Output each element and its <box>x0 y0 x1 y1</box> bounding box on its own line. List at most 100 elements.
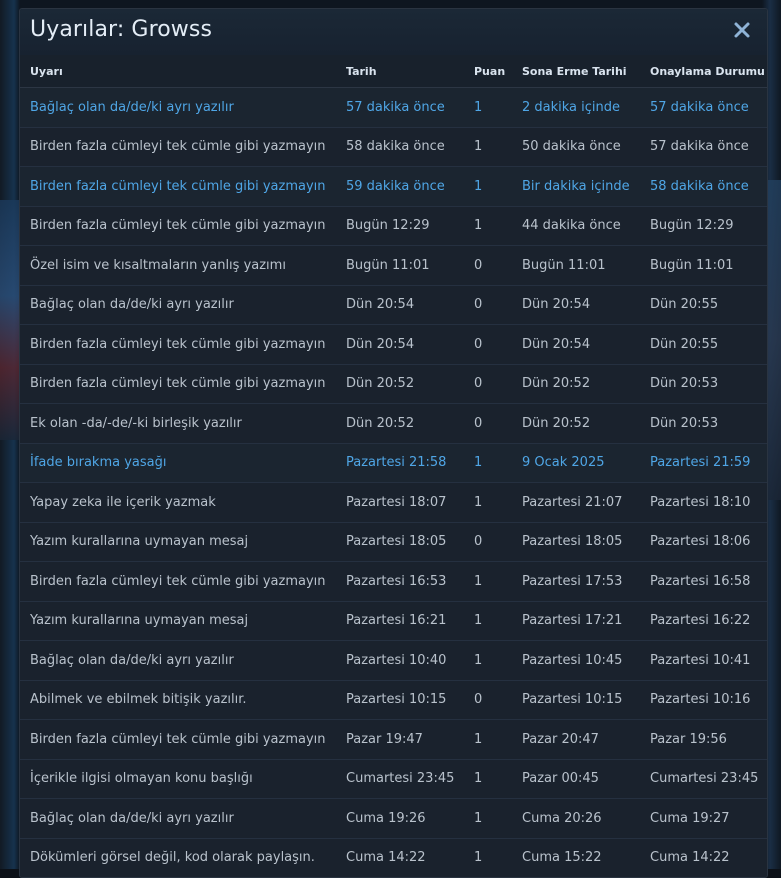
acknowledged-cell: 57 dakika önce <box>650 127 767 167</box>
table-row[interactable]: Birden fazla cümleyi tek cümle gibi yazm… <box>20 324 767 365</box>
warning-cell[interactable]: Birden fazla cümleyi tek cümle gibi yazm… <box>20 166 346 207</box>
warning-cell[interactable]: İfade bırakma yasağı <box>20 443 346 483</box>
date-cell: Cuma 14:22 <box>346 838 474 877</box>
points-cell: 0 <box>474 324 522 365</box>
warning-cell[interactable]: Özel isim ve kısaltmaların yanlış yazımı <box>20 245 346 286</box>
column-header-date[interactable]: Tarih <box>346 55 474 88</box>
warning-cell[interactable]: Yapay zeka ile içerik yazmak <box>20 482 346 523</box>
table-header-row: Uyarı Tarih Puan Sona Erme Tarihi Onayla… <box>20 55 767 88</box>
table-row[interactable]: Bağlaç olan da/de/ki ayrı yazılır 57 daki… <box>20 87 767 128</box>
warning-cell[interactable]: Yazım kurallarına uymayan mesaj <box>20 601 346 641</box>
points-cell: 0 <box>474 245 522 286</box>
date-cell: Pazartesi 18:05 <box>346 522 474 562</box>
table-row[interactable]: Ek olan -da/-de/-ki birleşik yazılır Dün … <box>20 403 767 444</box>
warning-cell[interactable]: Dökümleri görsel değil, kod olarak payla… <box>20 838 346 877</box>
table-body: Bağlaç olan da/de/ki ayrı yazılır 57 daki… <box>20 87 767 877</box>
warning-cell[interactable]: Bağlaç olan da/de/ki ayrı yazılır <box>20 285 346 325</box>
date-cell: Dün 20:54 <box>346 324 474 365</box>
acknowledged-cell: Dün 20:53 <box>650 364 767 404</box>
table-row[interactable]: Birden fazla cümleyi tek cümle gibi yazm… <box>20 364 767 404</box>
table-row[interactable]: Bağlaç olan da/de/ki ayrı yazılır Pazarte… <box>20 640 767 681</box>
warning-cell[interactable]: Birden fazla cümleyi tek cümle gibi yazm… <box>20 561 346 602</box>
column-header-points[interactable]: Puan <box>474 55 522 88</box>
date-cell: Pazartesi 16:21 <box>346 601 474 641</box>
acknowledged-cell: Pazartesi 16:58 <box>650 561 767 602</box>
warning-cell[interactable]: Bağlaç olan da/de/ki ayrı yazılır <box>20 87 346 128</box>
column-header-expiry[interactable]: Sona Erme Tarihi <box>522 55 650 88</box>
warning-cell[interactable]: Bağlaç olan da/de/ki ayrı yazılır <box>20 798 346 839</box>
table-row[interactable]: İfade bırakma yasağı Pazartesi 21:58 1 9 Oc… <box>20 443 767 483</box>
expiry-cell: 9 Ocak 2025 <box>522 443 650 483</box>
warning-cell[interactable]: Yazım kurallarına uymayan mesaj <box>20 522 346 562</box>
acknowledged-cell: Cumartesi 23:45 <box>650 759 767 799</box>
warning-cell[interactable]: İçerikle ilgisi olmayan konu başlığı <box>20 759 346 799</box>
expiry-cell: Bugün 11:01 <box>522 245 650 286</box>
acknowledged-cell: Bugün 11:01 <box>650 245 767 286</box>
warnings-dialog: Uyarılar: Growss Uyarı Tarih Puan Sona E… <box>19 8 768 878</box>
table-row[interactable]: Yazım kurallarına uymayan mesaj Pazartesi… <box>20 601 767 641</box>
date-cell: 57 dakika önce <box>346 87 474 128</box>
acknowledged-cell: 58 dakika önce <box>650 166 767 207</box>
warning-cell[interactable]: Ek olan -da/-de/-ki birleşik yazılır <box>20 403 346 444</box>
date-cell: Pazartesi 10:40 <box>346 640 474 681</box>
warning-cell[interactable]: Birden fazla cümleyi tek cümle gibi yazm… <box>20 127 346 167</box>
warning-cell[interactable]: Abilmek ve ebilmek bitişik yazılır. <box>20 680 346 720</box>
close-icon[interactable] <box>731 18 753 42</box>
expiry-cell: 2 dakika içinde <box>522 87 650 128</box>
column-header-acknowledged[interactable]: Onaylama Durumu <box>650 55 767 88</box>
date-cell: Dün 20:54 <box>346 285 474 325</box>
background-content-right <box>767 180 781 500</box>
warning-cell[interactable]: Birden fazla cümleyi tek cümle gibi yazm… <box>20 206 346 246</box>
expiry-cell: Dün 20:52 <box>522 364 650 404</box>
table-row[interactable]: Birden fazla cümleyi tek cümle gibi yazm… <box>20 719 767 760</box>
table-row[interactable]: Bağlaç olan da/de/ki ayrı yazılır Cuma 19… <box>20 798 767 839</box>
date-cell: Pazartesi 21:58 <box>346 443 474 483</box>
date-cell: Dün 20:52 <box>346 364 474 404</box>
warning-cell[interactable]: Birden fazla cümleyi tek cümle gibi yazm… <box>20 364 346 404</box>
expiry-cell: Pazartesi 17:53 <box>522 561 650 602</box>
table-row[interactable]: Birden fazla cümleyi tek cümle gibi yazm… <box>20 166 767 207</box>
expiry-cell: Pazar 00:45 <box>522 759 650 799</box>
background-content-left <box>0 200 20 440</box>
warning-cell[interactable]: Birden fazla cümleyi tek cümle gibi yazm… <box>20 719 346 760</box>
date-cell: Bugün 11:01 <box>346 245 474 286</box>
points-cell: 1 <box>474 166 522 207</box>
expiry-cell: Pazar 20:47 <box>522 719 650 760</box>
expiry-cell: Pazartesi 21:07 <box>522 482 650 523</box>
table-row[interactable]: Birden fazla cümleyi tek cümle gibi yazm… <box>20 561 767 602</box>
points-cell: 1 <box>474 127 522 167</box>
acknowledged-cell: Cuma 14:22 <box>650 838 767 877</box>
warnings-table: Uyarı Tarih Puan Sona Erme Tarihi Onayla… <box>20 55 767 877</box>
points-cell: 1 <box>474 601 522 641</box>
points-cell: 1 <box>474 838 522 877</box>
table-row[interactable]: Dökümleri görsel değil, kod olarak payla… <box>20 838 767 877</box>
acknowledged-cell: Pazartesi 10:16 <box>650 680 767 720</box>
points-cell: 1 <box>474 719 522 760</box>
expiry-cell: Dün 20:54 <box>522 285 650 325</box>
table-row[interactable]: Birden fazla cümleyi tek cümle gibi yazm… <box>20 206 767 246</box>
points-cell: 0 <box>474 680 522 720</box>
table-row[interactable]: Yapay zeka ile içerik yazmak Pazartesi 18… <box>20 482 767 523</box>
points-cell: 1 <box>474 798 522 839</box>
expiry-cell: Pazartesi 17:21 <box>522 601 650 641</box>
date-cell: Pazar 19:47 <box>346 719 474 760</box>
table-row[interactable]: Birden fazla cümleyi tek cümle gibi yazm… <box>20 127 767 167</box>
expiry-cell: Pazartesi 10:15 <box>522 680 650 720</box>
expiry-cell: Bir dakika içinde <box>522 166 650 207</box>
table-row[interactable]: Özel isim ve kısaltmaların yanlış yazımı… <box>20 245 767 286</box>
points-cell: 0 <box>474 403 522 444</box>
column-header-warning[interactable]: Uyarı <box>20 55 346 88</box>
acknowledged-cell: Bugün 12:29 <box>650 206 767 246</box>
table-row[interactable]: Abilmek ve ebilmek bitişik yazılır. Pazar… <box>20 680 767 720</box>
warning-cell[interactable]: Bağlaç olan da/de/ki ayrı yazılır <box>20 640 346 681</box>
acknowledged-cell: Pazartesi 18:06 <box>650 522 767 562</box>
points-cell: 0 <box>474 364 522 404</box>
warning-cell[interactable]: Birden fazla cümleyi tek cümle gibi yazm… <box>20 324 346 365</box>
acknowledged-cell: Dün 20:53 <box>650 403 767 444</box>
expiry-cell: 44 dakika önce <box>522 206 650 246</box>
table-row[interactable]: Bağlaç olan da/de/ki ayrı yazılır Dün 20:… <box>20 285 767 325</box>
table-row[interactable]: Yazım kurallarına uymayan mesaj Pazartesi… <box>20 522 767 562</box>
points-cell: 1 <box>474 640 522 681</box>
table-row[interactable]: İçerikle ilgisi olmayan konu başlığı Cuma… <box>20 759 767 799</box>
expiry-cell: Cuma 15:22 <box>522 838 650 877</box>
